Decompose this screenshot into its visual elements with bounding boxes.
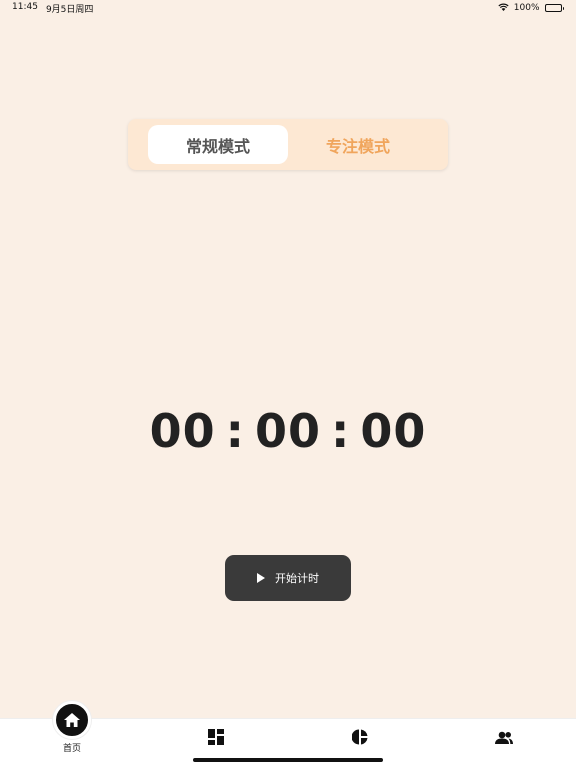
timer-seconds: 00 bbox=[360, 404, 427, 458]
wifi-icon bbox=[498, 3, 509, 14]
battery-icon bbox=[544, 4, 564, 12]
screen: 11:45 9月5日周四 100% 常规模式 专注模式 00 : 00: 00… bbox=[0, 0, 576, 768]
tab-bar: 首页 bbox=[0, 701, 576, 768]
dashboard-icon bbox=[208, 729, 224, 749]
status-date: 9月5日周四 bbox=[45, 4, 94, 15]
tab-focus-mode[interactable]: 专注模式 bbox=[288, 125, 428, 164]
pie-chart-icon bbox=[351, 729, 368, 749]
timer-display: 00 : 00 : 00 bbox=[0, 396, 576, 466]
start-timer-button[interactable]: 开始计时 bbox=[225, 555, 351, 601]
tab-normal-mode[interactable]: 常规模式 bbox=[148, 125, 288, 164]
battery-percent: 100% bbox=[513, 3, 540, 13]
tab-home-label: 首页 bbox=[62, 744, 81, 754]
tab-dashboard[interactable] bbox=[186, 719, 246, 759]
home-indicator bbox=[193, 758, 383, 762]
play-icon bbox=[257, 573, 265, 583]
timer-separator: : bbox=[331, 404, 351, 458]
start-timer-label: 开始计时 bbox=[275, 572, 319, 585]
tab-profile[interactable] bbox=[474, 719, 534, 759]
mode-switch: 常规模式 专注模式 bbox=[128, 119, 448, 170]
tab-statistics[interactable] bbox=[330, 719, 390, 759]
timer-hours: 00 bbox=[149, 404, 216, 458]
status-time: 11:45 bbox=[12, 1, 38, 12]
home-icon bbox=[53, 701, 91, 739]
status-bar: 11:45 9月5日周四 100% bbox=[0, 0, 576, 16]
people-icon bbox=[495, 730, 513, 749]
status-right: 100% bbox=[498, 3, 564, 14]
timer-separator: : bbox=[225, 404, 245, 458]
timer-minutes: 00 bbox=[254, 404, 321, 458]
status-left: 11:45 9月5日周四 bbox=[12, 2, 93, 15]
tab-home[interactable]: 首页 bbox=[42, 701, 102, 759]
